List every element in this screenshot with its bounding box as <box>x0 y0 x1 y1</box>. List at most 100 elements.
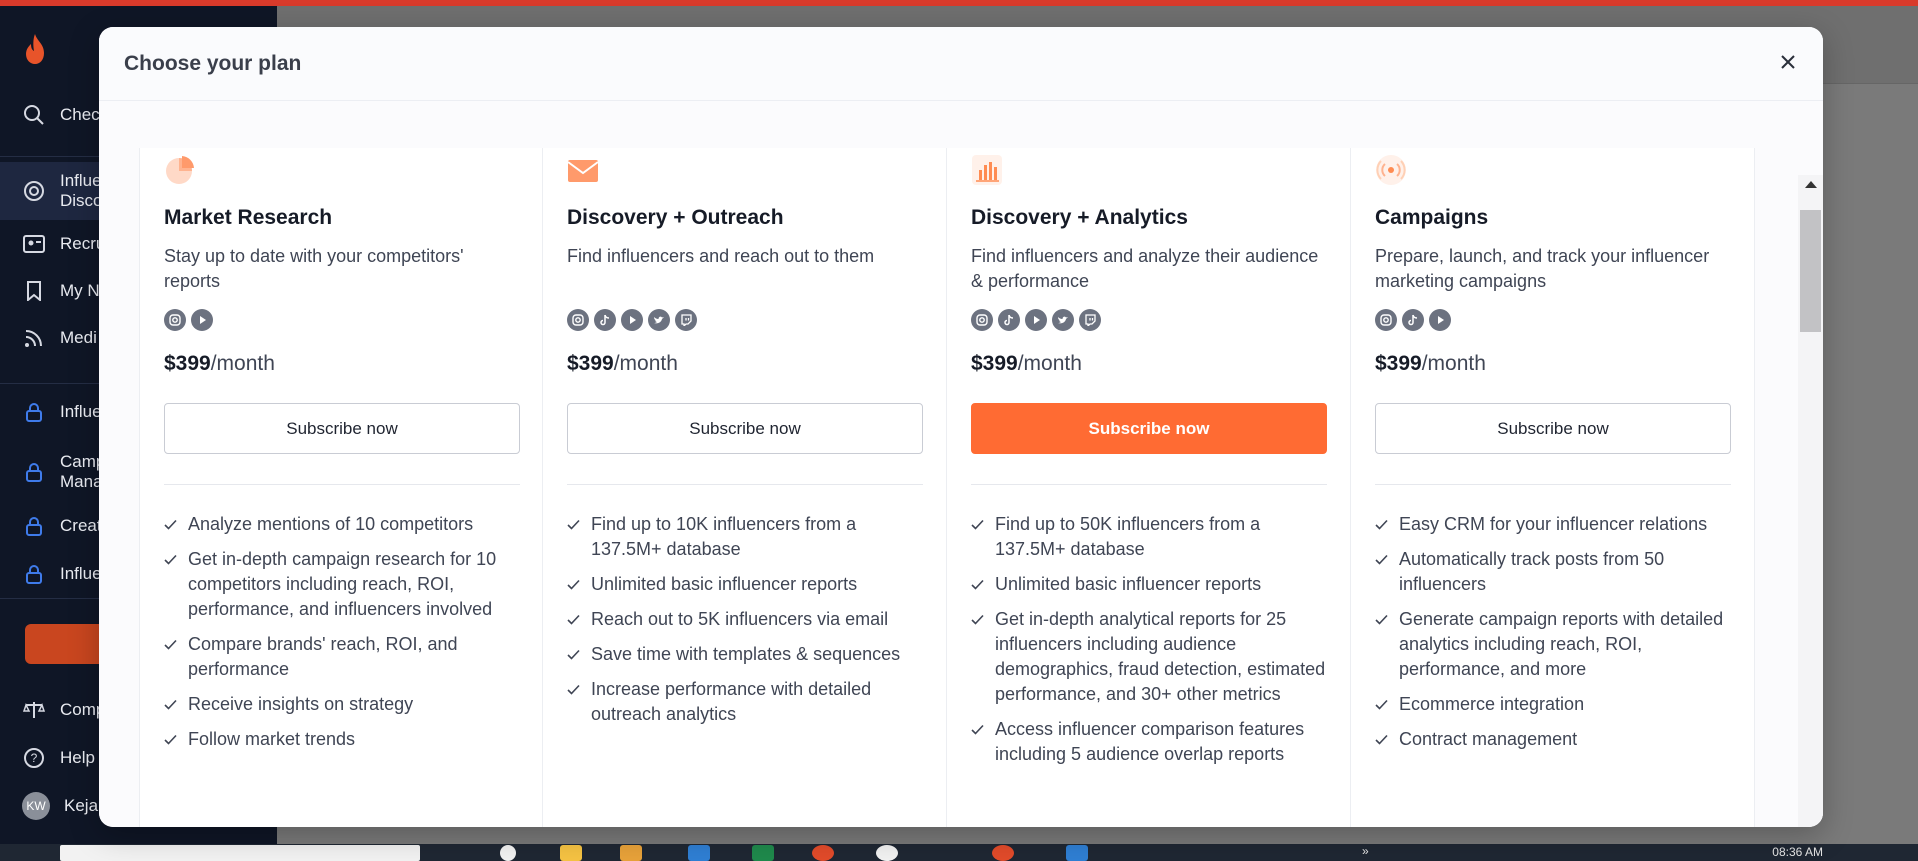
checkmark-icon <box>1375 692 1399 717</box>
envelope-icon <box>567 154 599 186</box>
svg-text:?: ? <box>31 751 38 765</box>
id-card-icon <box>22 232 46 256</box>
app-icon[interactable] <box>620 845 642 861</box>
plan-price: $399/month <box>567 352 678 376</box>
feature-text: Automatically track posts from 50 influe… <box>1399 549 1665 594</box>
feature-list: Find up to 50K influencers from a 137.5M… <box>971 512 1331 777</box>
price-period: /month <box>1017 352 1082 375</box>
feature-text: Generate campaign reports with detailed … <box>1399 609 1724 679</box>
plans-grid: Market Research Stay up to date with your… <box>139 148 1756 827</box>
feature-item: Contract management <box>1375 727 1735 752</box>
plan-description: Stay up to date with your competitors' r… <box>164 246 464 291</box>
plan-name: Discovery + Outreach <box>567 206 784 229</box>
lock-icon <box>22 562 46 586</box>
scrollbar[interactable] <box>1798 175 1823 827</box>
rss-icon <box>22 326 46 350</box>
checkmark-icon <box>164 512 188 537</box>
app-icon[interactable] <box>876 845 898 861</box>
close-button[interactable] <box>1773 47 1803 77</box>
plan-divider <box>567 484 923 485</box>
social-platforms <box>567 309 697 331</box>
plan-description: Find influencers and analyze their audie… <box>971 246 1319 291</box>
price-amount: $399 <box>567 352 614 375</box>
app-icon[interactable] <box>812 845 834 861</box>
feature-text: Follow market trends <box>188 729 356 749</box>
checkmark-icon <box>164 547 188 572</box>
feature-item: Ecommerce integration <box>1375 692 1735 717</box>
search-icon <box>22 103 46 127</box>
checkmark-icon <box>1375 512 1399 537</box>
app-icon[interactable] <box>1066 845 1088 861</box>
folder-icon[interactable] <box>560 845 582 861</box>
flame-logo-icon[interactable] <box>22 32 48 66</box>
checkmark-icon <box>971 717 995 742</box>
feature-list: Find up to 10K influencers from a 137.5M… <box>567 512 927 737</box>
instagram-icon <box>1375 309 1397 331</box>
modal-header: Choose your plan <box>99 27 1823 101</box>
scroll-thumb[interactable] <box>1800 210 1821 332</box>
feature-text: Get in-depth analytical reports for 25 i… <box>995 609 1326 704</box>
bookmark-icon <box>22 279 46 303</box>
subscribe-button[interactable]: Subscribe now <box>1375 403 1731 454</box>
feature-list: Analyze mentions of 10 competitors Get in… <box>164 512 524 762</box>
feature-item: Increase performance with detailed outre… <box>567 677 927 727</box>
price-period: /month <box>210 352 275 375</box>
feature-text: Reach out to 5K influencers via email <box>591 609 889 629</box>
feature-item: Analyze mentions of 10 competitors <box>164 512 524 537</box>
taskbar: » 08:36 AM <box>0 844 1918 861</box>
price-amount: $399 <box>164 352 211 375</box>
social-platforms <box>971 309 1101 331</box>
youtube-icon <box>191 309 213 331</box>
feature-item: Unlimited basic influencer reports <box>971 572 1331 597</box>
subscribe-button[interactable]: Subscribe now <box>567 403 923 454</box>
broadcast-icon <box>1375 154 1407 186</box>
price-amount: $399 <box>971 352 1018 375</box>
subscribe-button[interactable]: Subscribe now <box>971 403 1327 454</box>
feature-text: Analyze mentions of 10 competitors <box>188 514 474 534</box>
youtube-icon <box>1025 309 1047 331</box>
avatar: KW <box>22 792 50 820</box>
checkmark-icon <box>1375 727 1399 752</box>
chrome-icon[interactable] <box>500 845 516 861</box>
tiktok-icon <box>1402 309 1424 331</box>
checkmark-icon <box>567 642 591 667</box>
twitter-icon <box>648 309 670 331</box>
price-period: /month <box>1421 352 1486 375</box>
sidebar-item-label: Influe <box>60 563 102 583</box>
app-icon[interactable] <box>688 845 710 861</box>
subscribe-button[interactable]: Subscribe now <box>164 403 520 454</box>
price-period: /month <box>613 352 678 375</box>
feature-item: Find up to 50K influencers from a 137.5M… <box>971 512 1331 562</box>
checkmark-icon <box>567 512 591 537</box>
sidebar-item-label: Creat <box>60 515 102 535</box>
help-icon: ? <box>22 746 46 770</box>
feature-item: Compare brands' reach, ROI, and performa… <box>164 632 524 682</box>
lock-icon <box>22 400 46 424</box>
feature-text: Find up to 50K influencers from a 137.5M… <box>995 514 1261 559</box>
scale-icon <box>22 698 46 722</box>
feature-item: Find up to 10K influencers from a 137.5M… <box>567 512 927 562</box>
sidebar-item-label: Medi <box>60 327 97 347</box>
sidebar-item-label: Chec <box>60 104 100 124</box>
social-platforms <box>164 309 213 331</box>
pie-chart-icon <box>164 154 196 186</box>
youtube-icon <box>1429 309 1451 331</box>
sidebar-item-label: My N <box>60 280 100 300</box>
feature-item: Unlimited basic influencer reports <box>567 572 927 597</box>
plan-card: Market Research Stay up to date with your… <box>139 148 543 827</box>
plan-price: $399/month <box>971 352 1082 376</box>
feature-text: Receive insights on strategy <box>188 694 414 714</box>
feature-item: Follow market trends <box>164 727 524 752</box>
chevron-icon[interactable]: » <box>1362 844 1369 858</box>
feature-text: Unlimited basic influencer reports <box>591 574 858 594</box>
taskbar-search[interactable] <box>60 845 420 861</box>
scroll-up-arrow[interactable] <box>1805 181 1817 188</box>
feature-text: Contract management <box>1399 729 1578 749</box>
feature-item: Access influencer comparison features in… <box>971 717 1331 767</box>
app-icon[interactable] <box>992 845 1014 861</box>
feature-text: Unlimited basic influencer reports <box>995 574 1262 594</box>
plan-modal: Choose your plan Market Research Stay up … <box>99 27 1823 827</box>
taskbar-clock: 08:36 AM <box>1772 845 1823 859</box>
sidebar-item-label: Influe <box>60 401 102 421</box>
app-icon[interactable] <box>752 845 774 861</box>
